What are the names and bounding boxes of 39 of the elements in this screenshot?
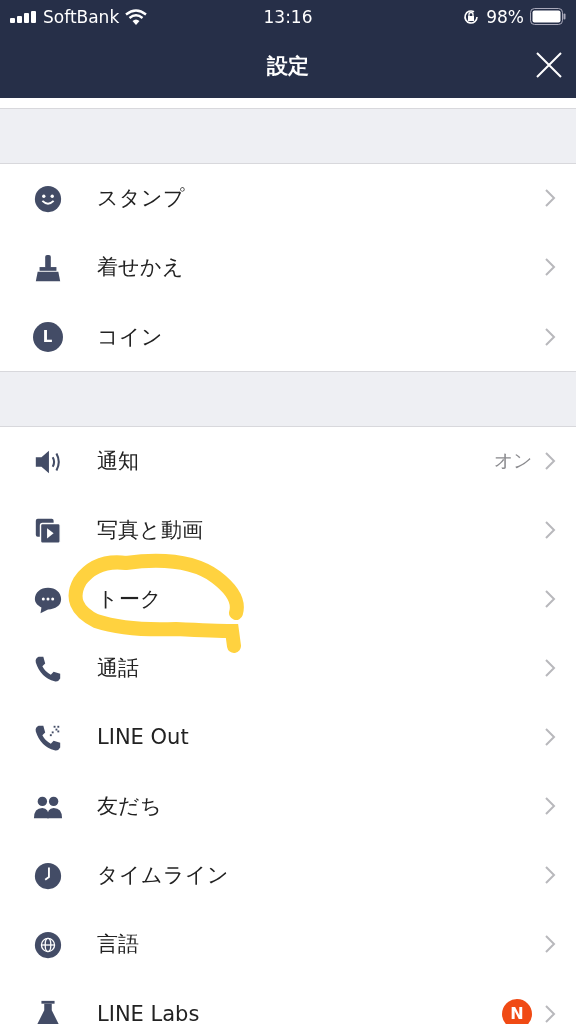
smiley-icon bbox=[32, 183, 63, 214]
clock-icon bbox=[32, 860, 63, 891]
chevron-icon bbox=[544, 589, 556, 609]
chevron-icon bbox=[544, 865, 556, 885]
status-time: 13:16 bbox=[263, 6, 313, 27]
row-label: トーク bbox=[97, 586, 163, 613]
wifi-icon bbox=[125, 8, 148, 25]
chevron-icon bbox=[544, 796, 556, 816]
row-label: 写真と動画 bbox=[97, 517, 204, 544]
chevron-icon bbox=[544, 326, 556, 347]
chevron-icon bbox=[544, 188, 556, 208]
rotation-lock-icon bbox=[462, 7, 481, 26]
row-label: タイムライン bbox=[97, 862, 230, 889]
battery-percent: 98% bbox=[486, 6, 524, 27]
close-icon[interactable] bbox=[536, 52, 562, 78]
row-label: 通話 bbox=[97, 655, 140, 682]
chevron-icon bbox=[544, 727, 556, 747]
row-label: 友だち bbox=[97, 793, 163, 820]
signal-icon bbox=[10, 10, 37, 23]
chevron-icon bbox=[544, 520, 556, 540]
globe-icon bbox=[32, 929, 63, 960]
row-label: スタンプ bbox=[97, 185, 186, 212]
row-label: 言語 bbox=[97, 931, 140, 958]
new-badge: N bbox=[502, 998, 532, 1024]
chevron-icon bbox=[544, 658, 556, 678]
battery-icon bbox=[530, 8, 566, 25]
coin-icon: L bbox=[32, 321, 63, 352]
chevron-icon bbox=[544, 1003, 556, 1024]
row-label: コイン bbox=[97, 323, 164, 351]
row-label: LINE Out bbox=[97, 725, 190, 749]
row-label: 通知 bbox=[97, 448, 140, 475]
chevron-icon bbox=[544, 451, 556, 471]
row-label: LINE Labs bbox=[97, 1001, 201, 1024]
row-label: 着せかえ bbox=[97, 254, 185, 281]
chevron-icon bbox=[544, 257, 556, 277]
chevron-icon bbox=[544, 934, 556, 954]
carrier-name: SoftBank bbox=[43, 6, 120, 27]
screen-title: 設定 bbox=[267, 52, 309, 80]
row-value: オン bbox=[494, 448, 532, 473]
